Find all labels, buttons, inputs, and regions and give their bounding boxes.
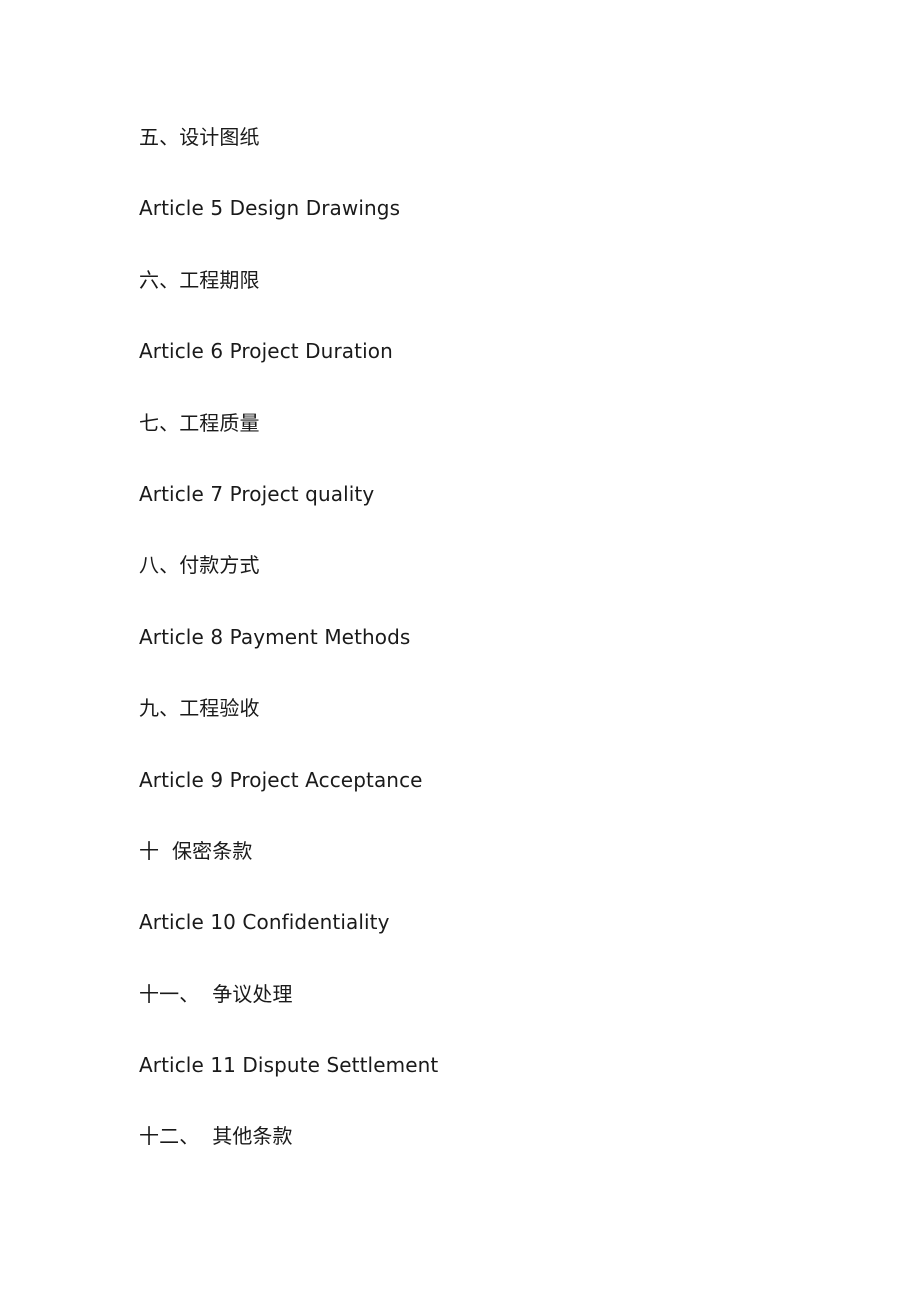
heading-en-article-8: Article 8 Payment Methods	[139, 624, 411, 649]
heading-en-article-5: Article 5 Design Drawings	[139, 196, 401, 221]
document-page: 五、设计图纸 Article 5 Design Drawings 六、工程期限 …	[139, 122, 438, 1193]
heading-cn-article-11: 十一、 争议处理	[139, 981, 293, 1006]
heading-cn-article-8: 八、付款方式	[139, 553, 260, 578]
heading-en-article-9: Article 9 Project Acceptance	[139, 767, 423, 792]
heading-cn-article-9: 九、工程验收	[139, 696, 260, 721]
heading-cn-article-6: 六、工程期限	[139, 267, 260, 292]
heading-cn-article-10: 十 保密条款	[139, 838, 253, 863]
heading-en-article-10: Article 10 Confidentiality	[139, 910, 390, 935]
heading-en-article-7: Article 7 Project quality	[139, 481, 375, 506]
heading-cn-article-5: 五、设计图纸	[139, 125, 260, 149]
heading-en-article-6: Article 6 Project Duration	[139, 339, 393, 364]
heading-cn-article-7: 七、工程质量	[139, 410, 260, 435]
heading-cn-article-12: 十二、 其他条款	[139, 1124, 293, 1149]
heading-en-article-11: Article 11 Dispute Settlement	[139, 1053, 439, 1078]
